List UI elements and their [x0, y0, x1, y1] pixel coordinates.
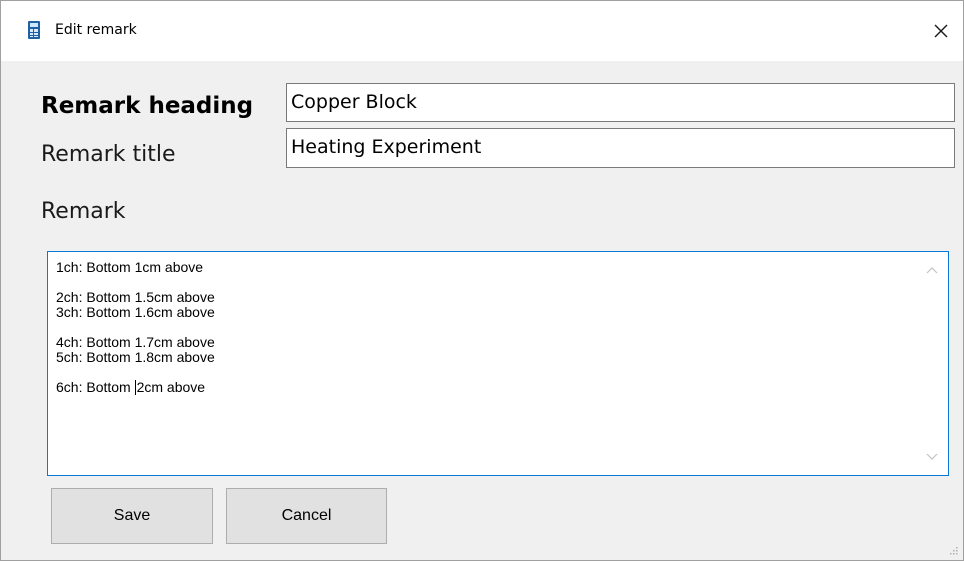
caret-line-before: 6ch: Bottom — [56, 379, 135, 395]
save-button[interactable]: Save — [51, 488, 213, 544]
remark-line: 1ch: Bottom 1cm above — [56, 259, 204, 275]
remark-line — [56, 275, 215, 290]
window-title: Edit remark — [55, 22, 137, 38]
cancel-button-label: Cancel — [281, 507, 332, 524]
remark-label: Remark — [41, 199, 126, 224]
remark-title-input[interactable]: Heating Experiment — [286, 128, 955, 168]
scroll-down-icon[interactable] — [926, 453, 938, 461]
calculator-icon — [28, 21, 40, 39]
save-button-label: Save — [113, 507, 151, 524]
remark-line: 5ch: Bottom 1.8cm above — [56, 349, 215, 365]
remark-line: 4ch: Bottom 1.7cm above — [56, 334, 215, 350]
remark-line — [56, 320, 215, 335]
remark-line — [56, 365, 215, 380]
edit-remark-dialog: Edit remark Remark heading Copper Block … — [0, 0, 964, 561]
remark-textarea[interactable]: 1ch: Bottom 1cm above 2ch: Bottom 1.5cm … — [47, 251, 949, 476]
scroll-up-icon[interactable] — [926, 266, 938, 274]
caret-line-after: 2cm above — [136, 379, 206, 395]
remark-line: 3ch: Bottom 1.6cm above — [56, 304, 215, 320]
title-bar[interactable]: Edit remark — [1, 1, 963, 61]
remark-heading-input[interactable]: Copper Block — [286, 83, 955, 122]
remark-heading-label: Remark heading — [41, 93, 254, 119]
remark-text: 1ch: Bottom 1cm above 2ch: Bottom 1.5cm … — [56, 260, 215, 395]
remark-title-label: Remark title — [41, 142, 176, 167]
text-caret — [134, 380, 136, 395]
close-icon — [934, 24, 948, 38]
resize-grip-icon[interactable] — [947, 544, 959, 556]
remark-line-with-caret: 6ch: Bottom 2cm above — [56, 380, 215, 395]
close-button[interactable] — [919, 1, 963, 61]
remark-line: 2ch: Bottom 1.5cm above — [56, 289, 215, 305]
cancel-button[interactable]: Cancel — [226, 488, 387, 544]
